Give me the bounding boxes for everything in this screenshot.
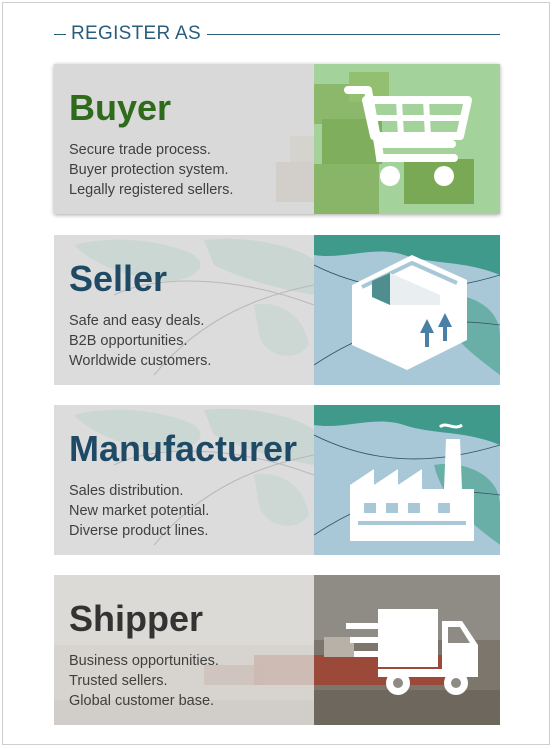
header-rule-right	[207, 34, 500, 35]
shipper-title: Shipper	[69, 598, 204, 639]
shipper-text-panel: Shipper Business opportunities. Trusted …	[54, 575, 314, 725]
manufacturer-title: Manufacturer	[69, 428, 298, 469]
manufacturer-text-panel: Manufacturer Sales distribution. New mar…	[54, 405, 314, 555]
seller-title: Seller	[69, 258, 168, 299]
register-as-header: REGISTER AS	[54, 22, 500, 48]
factory-icon	[350, 423, 474, 541]
seller-description: Safe and easy deals. B2B opportunities. …	[69, 311, 211, 371]
seller-text-panel: Seller Safe and easy deals. B2B opportun…	[54, 235, 314, 385]
shipper-description: Business opportunities. Trusted sellers.…	[69, 651, 219, 711]
register-seller-card[interactable]: Seller Safe and easy deals. B2B opportun…	[54, 235, 500, 385]
register-manufacturer-card[interactable]: Manufacturer Sales distribution. New mar…	[54, 405, 500, 555]
shopping-cart-icon	[344, 86, 472, 186]
shipper-line-2: Trusted sellers.	[69, 673, 168, 689]
buyer-line-2: Buyer protection system.	[69, 162, 229, 178]
header-rule-left	[54, 34, 66, 35]
seller-line-1: Safe and easy deals.	[69, 313, 205, 329]
manufacturer-description: Sales distribution. New market potential…	[69, 481, 209, 541]
buyer-line-3: Legally registered sellers.	[69, 182, 234, 198]
buyer-line-1: Secure trade process.	[69, 142, 211, 158]
shipper-image-panel	[314, 575, 500, 725]
manufacturer-image-panel	[314, 405, 500, 555]
package-box-icon	[352, 255, 467, 370]
shipper-line-1: Business opportunities.	[69, 653, 219, 669]
manufacturer-line-2: New market potential.	[69, 503, 210, 519]
manufacturer-line-1: Sales distribution.	[69, 483, 184, 499]
register-buyer-card[interactable]: Buyer Secure trade process. Buyer protec…	[54, 64, 500, 214]
delivery-truck-icon	[346, 609, 478, 695]
seller-line-3: Worldwide customers.	[69, 353, 212, 369]
header-title: REGISTER AS	[71, 23, 202, 44]
buyer-description: Secure trade process. Buyer protection s…	[69, 140, 233, 200]
shipper-line-3: Global customer base.	[69, 693, 215, 709]
manufacturer-line-3: Diverse product lines.	[69, 523, 209, 539]
buyer-title: Buyer	[69, 87, 172, 128]
buyer-text-panel: Buyer Secure trade process. Buyer protec…	[54, 64, 314, 214]
register-shipper-card[interactable]: Shipper Business opportunities. Trusted …	[54, 575, 500, 725]
seller-line-2: B2B opportunities.	[69, 333, 188, 349]
buyer-image-panel	[314, 64, 500, 214]
seller-image-panel	[314, 235, 500, 385]
